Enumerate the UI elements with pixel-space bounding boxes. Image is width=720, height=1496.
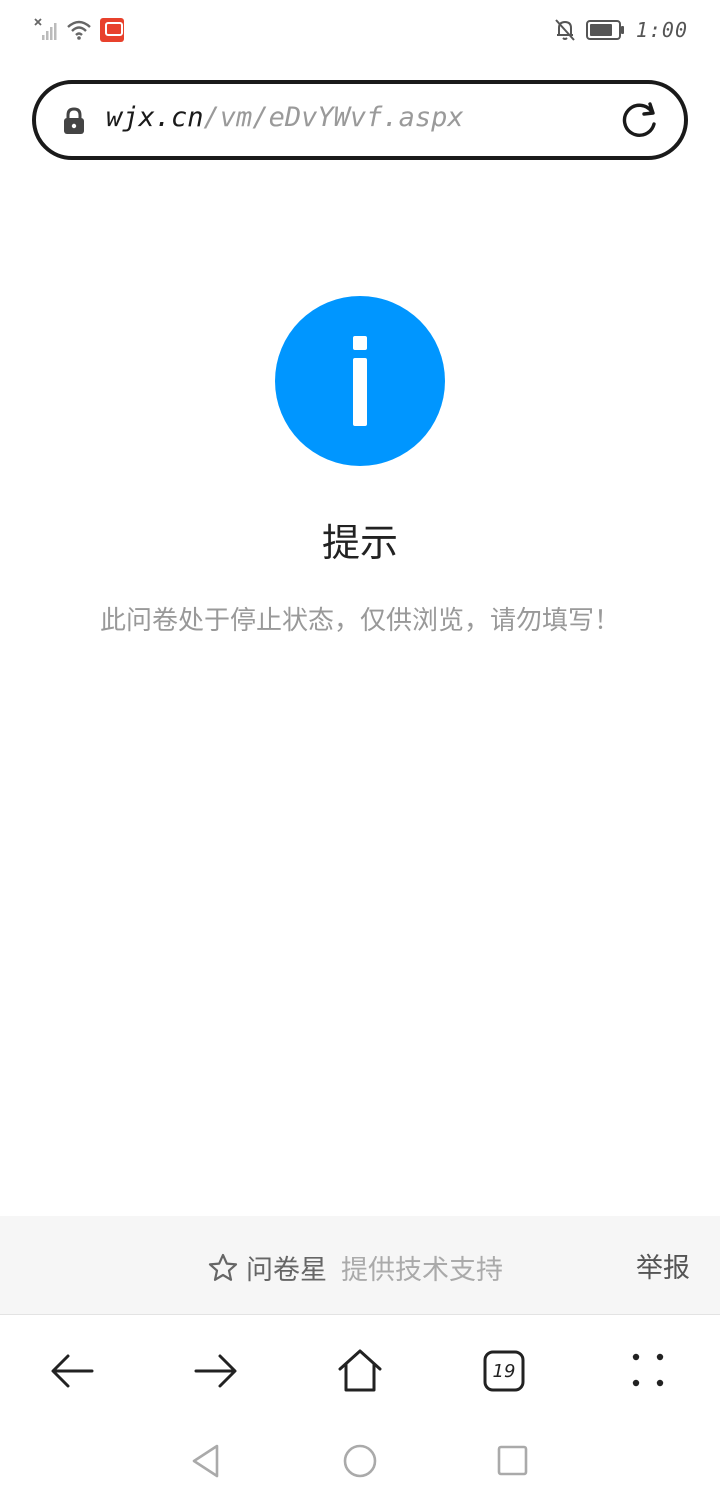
- status-bar: 1:00: [0, 0, 720, 64]
- brand-name[interactable]: 问卷星: [246, 1248, 327, 1287]
- app-notification-icon: [100, 18, 124, 42]
- star-icon: [208, 1253, 238, 1281]
- tabs-button[interactable]: 19: [476, 1343, 532, 1399]
- support-line[interactable]: 问卷星 提供技术支持: [208, 1248, 503, 1287]
- system-recents-icon[interactable]: [492, 1441, 532, 1481]
- status-left: [34, 18, 124, 42]
- url-path: /vm/eDvYWvf.aspx: [203, 102, 464, 133]
- home-icon[interactable]: [332, 1343, 388, 1399]
- system-nav-bar: [0, 1427, 720, 1496]
- system-back-icon[interactable]: [186, 1441, 226, 1481]
- notice-message: 此问卷处于停止状态，仅供浏览，请勿填写！: [99, 606, 620, 636]
- info-icon: [275, 296, 445, 466]
- status-right: 1:00: [554, 18, 688, 42]
- page-footer: 问卷星 提供技术支持 举报: [0, 1216, 720, 1315]
- report-button[interactable]: 举报: [636, 1246, 690, 1285]
- support-text: 提供技术支持: [341, 1255, 503, 1286]
- url-text[interactable]: wjx.cn/vm/eDvYWvf.aspx: [106, 102, 464, 133]
- browser-nav-bar: 19: [0, 1315, 720, 1427]
- menu-icon[interactable]: [620, 1343, 676, 1399]
- tab-count: 19: [492, 1360, 516, 1382]
- battery-icon: [585, 20, 624, 40]
- notice-title: 提示: [321, 521, 398, 565]
- wifi-icon: [67, 20, 91, 40]
- system-home-icon[interactable]: [340, 1441, 380, 1481]
- signal-off-icon: [34, 18, 57, 40]
- url-host: wjx.cn: [106, 102, 204, 133]
- lock-icon: [64, 107, 84, 134]
- address-bar[interactable]: wjx.cn/vm/eDvYWvf.aspx: [32, 80, 688, 160]
- status-time: 1:00: [635, 18, 688, 42]
- reload-icon[interactable]: [620, 100, 660, 140]
- bell-muted-icon: [555, 19, 575, 41]
- forward-arrow-icon[interactable]: [188, 1343, 244, 1399]
- back-arrow-icon[interactable]: [44, 1343, 100, 1399]
